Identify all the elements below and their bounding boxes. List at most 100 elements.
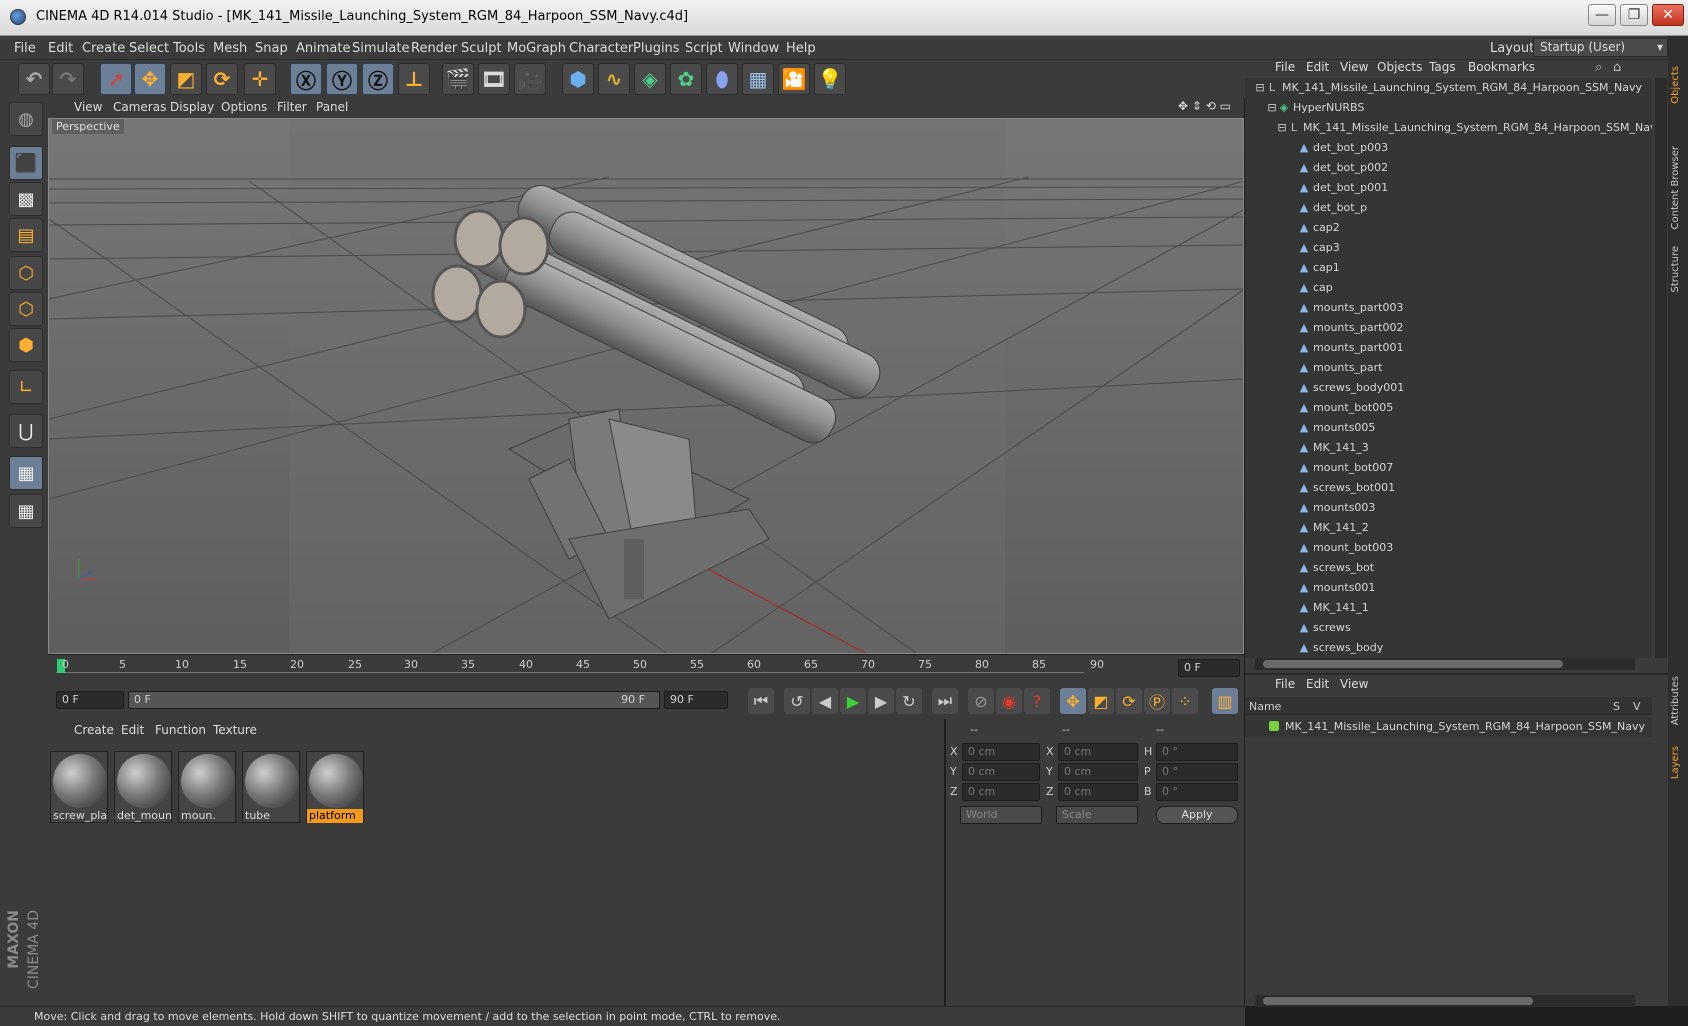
- objects-menu-objects[interactable]: Objects: [1377, 60, 1422, 74]
- snap-button[interactable]: ⋃: [9, 414, 43, 448]
- objects-menu-view[interactable]: View: [1340, 60, 1368, 74]
- polygons-mode-button[interactable]: ⬢: [9, 328, 43, 362]
- add-camera-button[interactable]: 🎦: [778, 63, 810, 95]
- viewport-navigation-icons[interactable]: ✥ ⇕ ⟲ ▭: [1178, 99, 1231, 113]
- tree-item[interactable]: ▲ MK_141_2: [1245, 518, 1645, 538]
- coord-mode-select[interactable]: Scale: [1056, 806, 1138, 824]
- rotation-b-field[interactable]: 0 °: [1156, 783, 1238, 801]
- menu-script[interactable]: Script: [685, 41, 723, 56]
- home-icon[interactable]: ⌂: [1613, 60, 1621, 75]
- rotation-h-field[interactable]: 0 °: [1156, 743, 1238, 761]
- tree-item[interactable]: ▲ det_bot_p: [1245, 198, 1645, 218]
- position-z-field[interactable]: 0 cm: [962, 783, 1040, 801]
- material-swatch[interactable]: screw_plat: [50, 751, 108, 823]
- tree-item[interactable]: ▲ screws_bot001: [1245, 478, 1645, 498]
- apply-button[interactable]: Apply: [1156, 806, 1238, 824]
- size-x-field[interactable]: 0 cm: [1058, 743, 1138, 761]
- tree-item[interactable]: ▲ det_bot_p001: [1245, 178, 1645, 198]
- size-y-field[interactable]: 0 cm: [1058, 763, 1138, 781]
- workplane-lock-button[interactable]: ▦: [9, 456, 43, 490]
- tree-item[interactable]: ▲ mounts_part001: [1245, 338, 1645, 358]
- coordinate-system-button[interactable]: ⊥: [398, 63, 430, 95]
- minimize-button[interactable]: —: [1588, 4, 1616, 26]
- material-swatch-selected[interactable]: platform: [306, 751, 364, 823]
- scale-tool-button[interactable]: ◩: [170, 63, 202, 95]
- layers-hscroll[interactable]: [1255, 995, 1635, 1007]
- redo-button[interactable]: ↷: [52, 63, 84, 95]
- material-menu-function[interactable]: Function: [155, 723, 206, 737]
- material-swatch[interactable]: det_mount: [114, 751, 172, 823]
- model-mode-button[interactable]: ⬛: [9, 146, 43, 180]
- menu-simulate[interactable]: Simulate: [352, 41, 409, 56]
- tree-item[interactable]: ▲ cap1: [1245, 258, 1645, 278]
- menu-tools[interactable]: Tools: [173, 41, 205, 56]
- menu-file[interactable]: File: [14, 41, 36, 56]
- menu-edit[interactable]: Edit: [48, 41, 73, 56]
- layers-menu-view[interactable]: View: [1340, 677, 1368, 691]
- tree-item[interactable]: ▲ cap3: [1245, 238, 1645, 258]
- tree-item[interactable]: ▲ mounts_part: [1245, 358, 1645, 378]
- render-view-button[interactable]: 🎬: [442, 63, 474, 95]
- prev-key-button[interactable]: ↺: [784, 688, 810, 714]
- recent-tool-button[interactable]: ✛: [244, 63, 276, 95]
- key-scale-button[interactable]: ◩: [1088, 688, 1114, 714]
- y-axis-button[interactable]: Ⓨ: [326, 63, 358, 95]
- add-light-button[interactable]: 💡: [814, 63, 846, 95]
- axis-mode-button[interactable]: ∟: [9, 370, 43, 404]
- tab-attributes[interactable]: Attributes: [1670, 676, 1686, 725]
- tree-item[interactable]: ▲ mounts001: [1245, 578, 1645, 598]
- menu-mograph[interactable]: MoGraph: [507, 41, 566, 56]
- tree-item[interactable]: ▲ cap2: [1245, 218, 1645, 238]
- object-tree-vscroll[interactable]: [1655, 78, 1667, 658]
- goto-end-button[interactable]: ⏭: [932, 688, 958, 714]
- menu-sculpt[interactable]: Sculpt: [461, 41, 502, 56]
- tree-item[interactable]: ▲ screws: [1245, 618, 1645, 638]
- tree-item[interactable]: ▲ mount_bot003: [1245, 538, 1645, 558]
- layers-menu-file[interactable]: File: [1275, 677, 1295, 691]
- tab-structure[interactable]: Structure: [1670, 246, 1686, 293]
- add-deformer-button[interactable]: ⬮: [706, 63, 738, 95]
- perspective-viewport[interactable]: [48, 118, 1244, 654]
- tree-item[interactable]: ▲ det_bot_p002: [1245, 158, 1645, 178]
- frame-range-slider[interactable]: 0 F 90 F: [128, 691, 660, 709]
- next-key-button[interactable]: ↻: [896, 688, 922, 714]
- tree-item-root[interactable]: ⊟ L MK_141_Missile_Launching_System_RGM_84…: [1245, 78, 1645, 98]
- menu-render[interactable]: Render: [411, 41, 457, 56]
- add-spline-button[interactable]: ∿: [598, 63, 630, 95]
- tree-item-hypernurbs[interactable]: ⊟ ◈ HyperNURBS: [1245, 98, 1645, 118]
- tree-item-group[interactable]: ⊟ L MK_141_Missile_Launching_System_RGM_84…: [1245, 118, 1652, 138]
- texture-mode-button[interactable]: ▩: [9, 182, 43, 216]
- layers-menu-edit[interactable]: Edit: [1306, 677, 1329, 691]
- live-select-button[interactable]: ➚: [100, 63, 132, 95]
- position-x-field[interactable]: 0 cm: [962, 743, 1040, 761]
- material-menu-edit[interactable]: Edit: [121, 723, 144, 737]
- objects-menu-file[interactable]: File: [1275, 60, 1295, 74]
- menu-animate[interactable]: Animate: [296, 41, 350, 56]
- timeline[interactable]: 0 5 10 15 20 25 30 35 40 45 50 55 60 65 …: [48, 655, 1244, 681]
- material-menu-texture[interactable]: Texture: [213, 723, 257, 737]
- rotation-p-field[interactable]: 0 °: [1156, 763, 1238, 781]
- search-icon[interactable]: ⌕: [1595, 60, 1602, 75]
- edges-mode-button[interactable]: ⬡: [9, 292, 43, 326]
- menu-help[interactable]: Help: [786, 41, 816, 56]
- objects-menu-edit[interactable]: Edit: [1306, 60, 1329, 74]
- tree-item[interactable]: ▲ cap: [1245, 278, 1645, 298]
- key-rotation-button[interactable]: ⟳: [1116, 688, 1142, 714]
- add-cube-button[interactable]: ⬢: [562, 63, 594, 95]
- tree-item[interactable]: ▲ screws_body001: [1245, 378, 1645, 398]
- tab-content-browser[interactable]: Content Browser: [1670, 146, 1686, 229]
- move-tool-button[interactable]: ✥: [134, 63, 166, 95]
- record-keys-button[interactable]: ⊘: [968, 688, 994, 714]
- menu-window[interactable]: Window: [728, 41, 779, 56]
- menu-character[interactable]: Character: [569, 41, 633, 56]
- key-position-button[interactable]: ✥: [1060, 688, 1086, 714]
- tab-layers[interactable]: Layers: [1670, 746, 1686, 779]
- timeline-window-button[interactable]: ▥: [1212, 688, 1238, 714]
- next-frame-button[interactable]: ▶: [868, 688, 894, 714]
- x-axis-button[interactable]: Ⓧ: [290, 63, 322, 95]
- tree-item[interactable]: ▲ mounts_part003: [1245, 298, 1645, 318]
- maximize-button[interactable]: ❐: [1620, 4, 1648, 26]
- object-tree-hscroll[interactable]: [1255, 658, 1635, 670]
- material-swatch[interactable]: moun.: [178, 751, 236, 823]
- layer-row[interactable]: MK_141_Missile_Launching_System_RGM_84_H…: [1245, 717, 1652, 737]
